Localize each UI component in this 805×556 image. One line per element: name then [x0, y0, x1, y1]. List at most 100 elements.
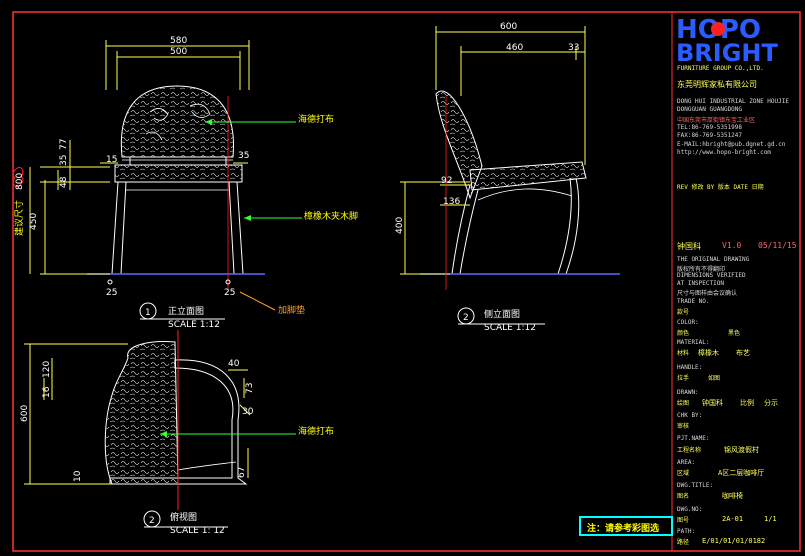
label-top-fabric: 海德打布	[298, 425, 334, 437]
tb-field-cn: 图名	[677, 493, 690, 500]
tb-addr-5: E-MAIL:hbright@pub.dgnet.gd.cn	[677, 141, 786, 148]
dim-side-460: 460	[506, 43, 523, 53]
dim-top-600: 600	[20, 405, 30, 422]
side-elevation-view	[400, 26, 620, 325]
dim-top-16: 16	[42, 386, 52, 398]
tb-addr-0: DONG HUI INDUSTRIAL ZONE HOUJIE	[677, 98, 789, 105]
front-seat	[114, 164, 243, 183]
dim-top-10: 10	[73, 470, 83, 482]
tb-field-cn: 绘图	[677, 400, 690, 407]
tb-field-en: AREA:	[677, 459, 696, 466]
dim-front-seat-height: 450	[29, 213, 39, 230]
tb-field-val: 黑色	[728, 330, 741, 337]
tb-field-en: DWG.NO:	[677, 506, 703, 513]
note-text: 注：请参考彩图选	[587, 524, 660, 534]
tb-field-extra: 比例	[740, 399, 754, 407]
label-glides: 加脚垫	[278, 304, 305, 316]
side-view-number: 2	[463, 313, 469, 323]
tb-addr-2: 中国东莞市厚街镇东宝工业区	[677, 117, 756, 124]
tb-field-cn: 款号	[677, 309, 690, 316]
tb-field-en: PJT.NAME:	[677, 435, 710, 442]
tb-field-val2: 布艺	[736, 349, 750, 357]
tb-field-extra2: 分示	[764, 399, 778, 407]
tb-addr-4: FAX:86-769-5351247	[677, 132, 743, 139]
tb-field-en: TRADE NO.	[677, 298, 710, 305]
tb-field-en: DWG.TITLE:	[677, 482, 714, 489]
dim-side-400: 400	[395, 217, 405, 234]
tb-field-val: 如图	[708, 375, 721, 382]
top-view-scale: SCALE 1: 12	[170, 526, 225, 536]
tb-field-val: A区二层咖啡厅	[718, 469, 765, 477]
tb-field-en: PATH:	[677, 528, 696, 535]
tb-field-en: CHK BY:	[677, 412, 703, 419]
tb-addr-3: TEL:86-769-5351998	[677, 124, 743, 131]
tb-field-page: 1/1	[764, 515, 777, 523]
dim-front-width-total: 580	[170, 36, 187, 46]
tb-field-en: MATERIAL:	[677, 339, 710, 346]
side-seat	[469, 161, 587, 191]
tb-field-cn: 图号	[677, 517, 690, 524]
front-view-title: 正立面图	[168, 305, 204, 317]
dim-top-30: 30	[242, 407, 254, 417]
tb-field-val: 锦风渡假村	[724, 446, 759, 454]
top-seat-outline	[104, 341, 179, 485]
tb-field-cn: 路径	[677, 539, 690, 546]
dim-top-73: 73	[245, 383, 255, 394]
front-view-number: 1	[145, 308, 151, 318]
tb-legal-4: 尺寸与图样由会议确认	[677, 290, 738, 297]
dim-front-width-inner: 500	[170, 47, 187, 57]
dim-front-800: 800	[15, 173, 25, 190]
tb-field-en: HANDLE:	[677, 364, 703, 371]
side-view-title: 侧立面图	[484, 308, 520, 320]
side-view-scale: SCALE 1:12	[484, 323, 536, 333]
dim-side-33: 33	[568, 43, 579, 53]
title-block: FURNITURE GROUP CO.,LTD. 东莞明辉家私有限公司 DONG…	[672, 14, 797, 550]
tb-field-val: 咖啡椅	[722, 492, 743, 500]
tb-field-val: 钟国科	[702, 399, 723, 407]
top-view-title: 俯视图	[170, 511, 197, 523]
dim-side-136: 136	[443, 197, 460, 207]
front-leg-left	[111, 181, 127, 275]
tb-group: FURNITURE GROUP CO.,LTD.	[677, 65, 764, 72]
dim-front-foot-right: 25	[224, 288, 235, 298]
tb-field-cn: 材料	[677, 350, 690, 357]
dim-front-seat-label: 建议尺寸	[13, 200, 25, 236]
dim-side-depth: 600	[500, 22, 517, 32]
dim-top-120: 120	[42, 361, 52, 378]
tb-addr-6: http://www.hopo-bright.com	[677, 149, 771, 156]
side-leg-front	[557, 177, 580, 275]
label-front-fabric: 海德打布	[298, 113, 334, 125]
tb-field-en: COLOR:	[677, 319, 699, 326]
dim-front-foot-left: 25	[106, 288, 117, 298]
tb-legal-3: AT INSPECTION	[677, 280, 724, 287]
front-leg-right	[228, 181, 244, 275]
dim-front-35b: 35	[238, 151, 249, 161]
tb-legal-0: THE ORIGINAL DRAWING	[677, 256, 750, 263]
tb-field-val: 樟橡木	[698, 349, 719, 357]
note-box: 注：请参考彩图选	[579, 516, 673, 536]
tb-rev-ver: V1.0	[722, 241, 742, 250]
front-view-scale: SCALE 1:12	[168, 320, 220, 330]
dim-front-35a: 35	[59, 155, 69, 166]
label-wood-legs: 樟橡木夹木脚	[304, 210, 358, 222]
tb-rev-date: 05/11/15	[758, 241, 797, 250]
tb-rev-designer: 钟国科	[677, 242, 701, 251]
tb-field-cn: 颜色	[677, 330, 690, 337]
tb-field-cn: 审核	[677, 423, 690, 430]
dim-front-15: 15	[106, 155, 117, 165]
dim-front-48: 48	[59, 176, 69, 188]
tb-field-cn: 拉手	[677, 375, 690, 382]
top-plan-view	[24, 330, 296, 528]
tb-field-cn: 工程名称	[677, 447, 702, 454]
tb-addr-1: DONGGUAN GUANGDONG	[677, 106, 743, 113]
dim-side-92: 92	[441, 176, 452, 186]
dim-top-40: 40	[228, 359, 240, 369]
dim-top-67: 67	[237, 467, 247, 478]
top-view-number: 2	[149, 516, 155, 526]
tb-legal-2: DIMENSIONS VERIFIED	[677, 272, 746, 279]
tb-field-val: 2A-01	[722, 515, 744, 523]
tb-company-cn: 东莞明辉家私有限公司	[677, 80, 757, 89]
tb-field-cn: 区域	[677, 470, 690, 477]
dim-front-77: 77	[59, 139, 69, 150]
tb-field-val: E/01/01/01/0182	[702, 537, 766, 545]
